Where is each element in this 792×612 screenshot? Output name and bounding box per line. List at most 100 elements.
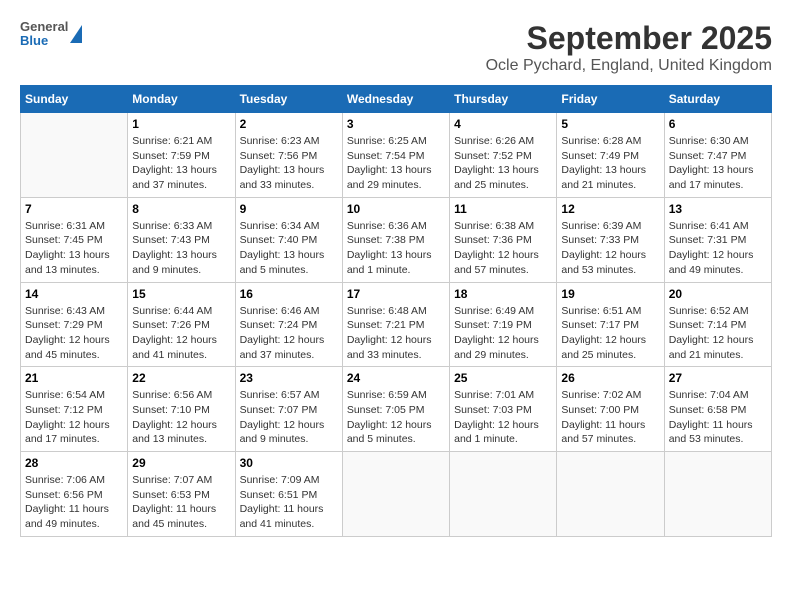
calendar-header: SundayMondayTuesdayWednesdayThursdayFrid… <box>21 86 772 113</box>
calendar-cell: 22 Sunrise: 6:56 AMSunset: 7:10 PMDayligh… <box>128 367 235 452</box>
day-info: Sunrise: 6:51 AMSunset: 7:17 PMDaylight:… <box>561 304 659 363</box>
calendar-cell: 29Sunrise: 7:07 AMSunset: 6:53 PMDayligh… <box>128 452 235 537</box>
calendar-cell <box>21 113 128 198</box>
day-number: 25 <box>454 371 552 385</box>
day-info: Sunrise: 6:21 AMSunset: 7:59 PMDaylight:… <box>132 134 230 193</box>
calendar-table: SundayMondayTuesdayWednesdayThursdayFrid… <box>20 85 772 537</box>
day-number: 27 <box>669 371 767 385</box>
day-info: Sunrise: 6:46 AMSunset: 7:24 PMDaylight:… <box>240 304 338 363</box>
day-info: Sunrise: 6:31 AMSunset: 7:45 PMDaylight:… <box>25 219 123 278</box>
week-row-5: 28 Sunrise: 7:06 AMSunset: 6:56 PMDayligh… <box>21 452 772 537</box>
day-info: Sunrise: 6:59 AMSunset: 7:05 PMDaylight:… <box>347 388 445 447</box>
day-number: 16 <box>240 287 338 301</box>
header-cell-monday: Monday <box>128 86 235 113</box>
calendar-body: 1 Sunrise: 6:21 AMSunset: 7:59 PMDaylight… <box>21 113 772 537</box>
day-number: 13 <box>669 202 767 216</box>
calendar-cell: 24Sunrise: 6:59 AMSunset: 7:05 PMDayligh… <box>342 367 449 452</box>
calendar-cell: 7 Sunrise: 6:31 AMSunset: 7:45 PMDaylight… <box>21 197 128 282</box>
day-info: Sunrise: 6:52 AMSunset: 7:14 PMDaylight:… <box>669 304 767 363</box>
calendar-cell: 18 Sunrise: 6:49 AMSunset: 7:19 PMDayligh… <box>450 282 557 367</box>
day-info: Sunrise: 6:49 AMSunset: 7:19 PMDaylight:… <box>454 304 552 363</box>
day-number: 18 <box>454 287 552 301</box>
day-info: Sunrise: 7:04 AMSunset: 6:58 PMDaylight:… <box>669 388 767 447</box>
logo-text: General Blue <box>20 20 68 49</box>
calendar-cell: 15 Sunrise: 6:44 AMSunset: 7:26 PMDayligh… <box>128 282 235 367</box>
page-title: September 2025 <box>486 20 772 57</box>
calendar-cell: 1 Sunrise: 6:21 AMSunset: 7:59 PMDaylight… <box>128 113 235 198</box>
day-info: Sunrise: 6:54 AMSunset: 7:12 PMDaylight:… <box>25 388 123 447</box>
day-number: 14 <box>25 287 123 301</box>
header-cell-sunday: Sunday <box>21 86 128 113</box>
calendar-cell: 4Sunrise: 6:26 AMSunset: 7:52 PMDaylight… <box>450 113 557 198</box>
day-number: 9 <box>240 202 338 216</box>
day-number: 29 <box>132 456 230 470</box>
week-row-4: 21 Sunrise: 6:54 AMSunset: 7:12 PMDayligh… <box>21 367 772 452</box>
calendar-cell: 11 Sunrise: 6:38 AMSunset: 7:36 PMDayligh… <box>450 197 557 282</box>
header-cell-wednesday: Wednesday <box>342 86 449 113</box>
logo: General Blue <box>20 20 82 49</box>
day-number: 20 <box>669 287 767 301</box>
calendar-cell: 28 Sunrise: 7:06 AMSunset: 6:56 PMDayligh… <box>21 452 128 537</box>
week-row-2: 7 Sunrise: 6:31 AMSunset: 7:45 PMDaylight… <box>21 197 772 282</box>
day-number: 1 <box>132 117 230 131</box>
day-info: Sunrise: 6:56 AMSunset: 7:10 PMDaylight:… <box>132 388 230 447</box>
day-info: Sunrise: 6:57 AMSunset: 7:07 PMDaylight:… <box>240 388 338 447</box>
calendar-cell: 3 Sunrise: 6:25 AMSunset: 7:54 PMDaylight… <box>342 113 449 198</box>
page-header: General Blue September 2025 Ocle Pychard… <box>20 20 772 75</box>
day-number: 6 <box>669 117 767 131</box>
calendar-cell: 10 Sunrise: 6:36 AMSunset: 7:38 PMDayligh… <box>342 197 449 282</box>
day-number: 12 <box>561 202 659 216</box>
day-info: Sunrise: 6:30 AMSunset: 7:47 PMDaylight:… <box>669 134 767 193</box>
day-number: 10 <box>347 202 445 216</box>
calendar-cell <box>450 452 557 537</box>
calendar-cell: 17Sunrise: 6:48 AMSunset: 7:21 PMDayligh… <box>342 282 449 367</box>
calendar-cell: 16 Sunrise: 6:46 AMSunset: 7:24 PMDayligh… <box>235 282 342 367</box>
day-number: 19 <box>561 287 659 301</box>
day-number: 11 <box>454 202 552 216</box>
day-number: 21 <box>25 371 123 385</box>
day-number: 2 <box>240 117 338 131</box>
calendar-cell: 9Sunrise: 6:34 AMSunset: 7:40 PMDaylight… <box>235 197 342 282</box>
header-cell-saturday: Saturday <box>664 86 771 113</box>
calendar-cell: 20 Sunrise: 6:52 AMSunset: 7:14 PMDayligh… <box>664 282 771 367</box>
day-info: Sunrise: 6:44 AMSunset: 7:26 PMDaylight:… <box>132 304 230 363</box>
calendar-cell: 13Sunrise: 6:41 AMSunset: 7:31 PMDayligh… <box>664 197 771 282</box>
day-info: Sunrise: 6:36 AMSunset: 7:38 PMDaylight:… <box>347 219 445 278</box>
day-info: Sunrise: 6:39 AMSunset: 7:33 PMDaylight:… <box>561 219 659 278</box>
day-info: Sunrise: 7:01 AMSunset: 7:03 PMDaylight:… <box>454 388 552 447</box>
header-cell-tuesday: Tuesday <box>235 86 342 113</box>
day-number: 5 <box>561 117 659 131</box>
page-subtitle: Ocle Pychard, England, United Kingdom <box>486 57 772 75</box>
day-number: 3 <box>347 117 445 131</box>
week-row-1: 1 Sunrise: 6:21 AMSunset: 7:59 PMDaylight… <box>21 113 772 198</box>
calendar-cell: 5Sunrise: 6:28 AMSunset: 7:49 PMDaylight… <box>557 113 664 198</box>
week-row-3: 14 Sunrise: 6:43 AMSunset: 7:29 PMDayligh… <box>21 282 772 367</box>
calendar-cell <box>342 452 449 537</box>
calendar-cell: 26Sunrise: 7:02 AMSunset: 7:00 PMDayligh… <box>557 367 664 452</box>
day-info: Sunrise: 6:43 AMSunset: 7:29 PMDaylight:… <box>25 304 123 363</box>
logo-triangle-icon <box>70 25 82 43</box>
day-number: 28 <box>25 456 123 470</box>
day-info: Sunrise: 6:48 AMSunset: 7:21 PMDaylight:… <box>347 304 445 363</box>
day-info: Sunrise: 6:23 AMSunset: 7:56 PMDaylight:… <box>240 134 338 193</box>
calendar-cell: 23 Sunrise: 6:57 AMSunset: 7:07 PMDayligh… <box>235 367 342 452</box>
day-info: Sunrise: 7:06 AMSunset: 6:56 PMDaylight:… <box>25 473 123 532</box>
day-number: 22 <box>132 371 230 385</box>
calendar-cell: 8Sunrise: 6:33 AMSunset: 7:43 PMDaylight… <box>128 197 235 282</box>
day-info: Sunrise: 6:25 AMSunset: 7:54 PMDaylight:… <box>347 134 445 193</box>
calendar-cell: 6 Sunrise: 6:30 AMSunset: 7:47 PMDaylight… <box>664 113 771 198</box>
calendar-cell: 19 Sunrise: 6:51 AMSunset: 7:17 PMDayligh… <box>557 282 664 367</box>
day-info: Sunrise: 6:38 AMSunset: 7:36 PMDaylight:… <box>454 219 552 278</box>
day-number: 7 <box>25 202 123 216</box>
day-number: 15 <box>132 287 230 301</box>
day-number: 23 <box>240 371 338 385</box>
day-number: 8 <box>132 202 230 216</box>
day-number: 30 <box>240 456 338 470</box>
calendar-cell: 21 Sunrise: 6:54 AMSunset: 7:12 PMDayligh… <box>21 367 128 452</box>
day-info: Sunrise: 7:09 AMSunset: 6:51 PMDaylight:… <box>240 473 338 532</box>
calendar-cell: 27 Sunrise: 7:04 AMSunset: 6:58 PMDayligh… <box>664 367 771 452</box>
logo-line1: General <box>20 20 68 34</box>
header-row: SundayMondayTuesdayWednesdayThursdayFrid… <box>21 86 772 113</box>
day-number: 26 <box>561 371 659 385</box>
calendar-cell: 12 Sunrise: 6:39 AMSunset: 7:33 PMDayligh… <box>557 197 664 282</box>
